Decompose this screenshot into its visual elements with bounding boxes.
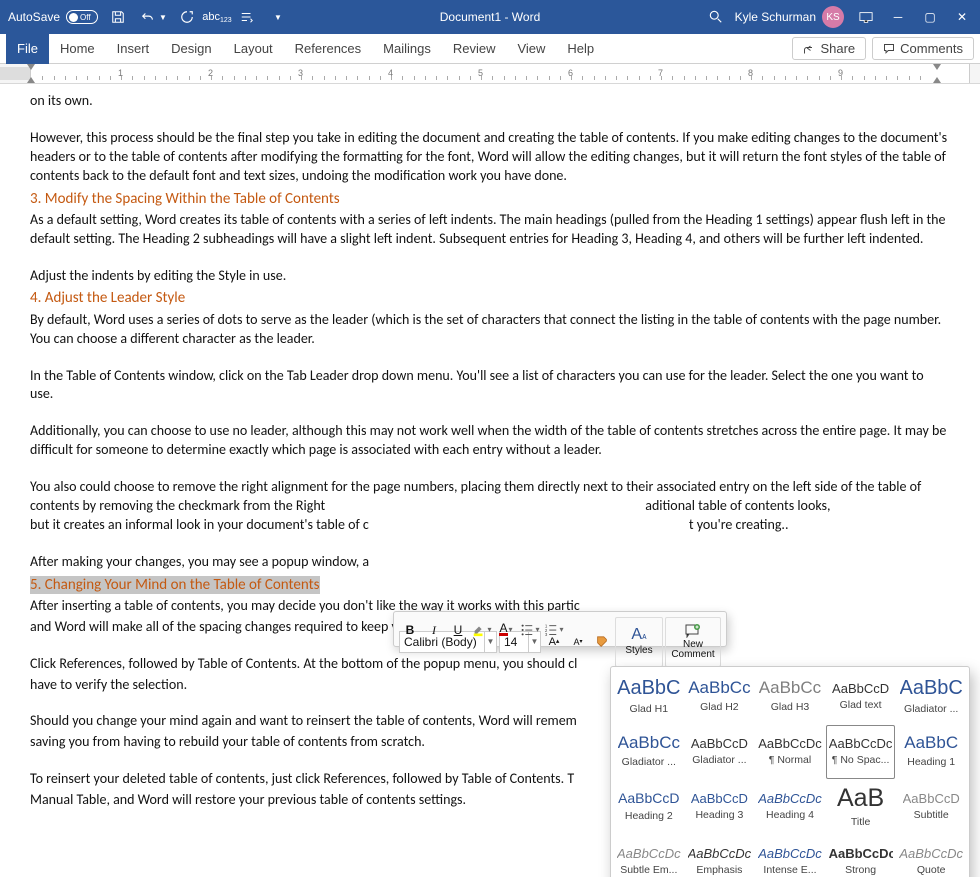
- style-item[interactable]: AaBbCHeading 1: [896, 725, 966, 779]
- style-item[interactable]: AaBbCcDcHeading 4: [755, 780, 825, 834]
- share-button[interactable]: Share: [792, 37, 866, 60]
- style-item[interactable]: AaBbCcDHeading 2: [614, 780, 684, 834]
- style-item[interactable]: AaBbCcDcQuote: [896, 835, 966, 877]
- save-icon[interactable]: [108, 7, 128, 27]
- autosave-toggle[interactable]: AutoSave Off: [8, 10, 98, 24]
- body-text: You also could choose to remove the righ…: [30, 478, 950, 535]
- comments-button[interactable]: Comments: [872, 37, 974, 60]
- autosave-label: AutoSave: [8, 10, 60, 24]
- style-item[interactable]: AaBbCcDc¶ Normal: [755, 725, 825, 779]
- redo-icon[interactable]: [177, 7, 197, 27]
- style-item[interactable]: AaBbCcDcStrong: [826, 835, 896, 877]
- body-text: In the Table of Contents window, click o…: [30, 367, 950, 405]
- style-item[interactable]: AaBbCcDGlad text: [826, 670, 896, 724]
- quick-access-toolbar: ▼ abc123 ▼: [108, 7, 288, 27]
- bullets-icon[interactable]: ▾: [519, 619, 541, 641]
- style-item[interactable]: AaBTitle: [826, 780, 896, 834]
- style-item[interactable]: AaBbCcDcSubtle Em...: [614, 835, 684, 877]
- styles-button[interactable]: Aᴀ Styles: [615, 617, 663, 667]
- user-account[interactable]: Kyle Schurman KS: [735, 6, 844, 28]
- title-bar: AutoSave Off ▼ abc123 ▼ Document1 - Word…: [0, 0, 980, 34]
- numbering-icon[interactable]: 123▾: [543, 619, 565, 641]
- style-item[interactable]: AaBbCcGlad H2: [685, 670, 755, 724]
- bold-icon[interactable]: B: [399, 619, 421, 641]
- style-item[interactable]: AaBbCcDcIntense E...: [755, 835, 825, 877]
- italic-icon[interactable]: I: [423, 619, 445, 641]
- tab-home[interactable]: Home: [49, 34, 106, 64]
- tab-design[interactable]: Design: [160, 34, 222, 64]
- comments-icon: [883, 43, 895, 55]
- tab-file[interactable]: File: [6, 34, 49, 64]
- highlight-icon[interactable]: ▾: [471, 619, 493, 641]
- paste-options-icon[interactable]: [237, 7, 257, 27]
- tab-view[interactable]: View: [506, 34, 556, 64]
- body-text: However, this process should be the fina…: [30, 129, 950, 186]
- share-icon: [803, 43, 815, 55]
- tab-review[interactable]: Review: [442, 34, 507, 64]
- document-title: Document1 - Word: [440, 10, 540, 24]
- body-text: By default, Word uses a series of dots t…: [30, 311, 950, 349]
- spellcheck-icon[interactable]: abc123: [207, 7, 227, 27]
- body-text: Additionally, you can choose to use no l…: [30, 422, 950, 460]
- heading-5: 5. Changing Your Mind on the Table of Co…: [30, 575, 950, 595]
- mini-toolbar: Calibri (Body)▼ 14▼ A▴ A▾ Aᴀ Styles New …: [393, 611, 727, 647]
- maximize-icon[interactable]: ▢: [920, 7, 940, 27]
- tab-insert[interactable]: Insert: [106, 34, 161, 64]
- underline-icon[interactable]: U: [447, 619, 469, 641]
- undo-dropdown-icon[interactable]: ▼: [159, 13, 167, 22]
- close-icon[interactable]: ✕: [952, 7, 972, 27]
- minimize-icon[interactable]: ─: [888, 7, 908, 27]
- style-item[interactable]: AaBbCcDcEmphasis: [685, 835, 755, 877]
- ribbon-tabs: File Home Insert Design Layout Reference…: [0, 34, 980, 64]
- heading-4: 4. Adjust the Leader Style: [30, 288, 950, 308]
- tab-layout[interactable]: Layout: [223, 34, 284, 64]
- document-body[interactable]: on its own. However, this process should…: [0, 84, 980, 877]
- svg-text:3: 3: [545, 632, 548, 637]
- ribbon-display-icon[interactable]: [856, 7, 876, 27]
- avatar: KS: [822, 6, 844, 28]
- body-text: Adjust the indents by editing the Style …: [30, 267, 950, 286]
- undo-icon[interactable]: [138, 7, 158, 27]
- style-item[interactable]: AaBbCcDHeading 3: [685, 780, 755, 834]
- qat-customize-icon[interactable]: ▼: [268, 7, 288, 27]
- style-item[interactable]: AaBbCcDGladiator ...: [685, 725, 755, 779]
- styles-gallery: AaBbCGlad H1AaBbCcGlad H2AaBbCcGlad H3Aa…: [610, 666, 970, 877]
- style-item[interactable]: AaBbCcGladiator ...: [614, 725, 684, 779]
- selected-text: 5. Changing Your Mind on the Table of Co…: [30, 576, 320, 594]
- heading-3: 3. Modify the Spacing Within the Table o…: [30, 189, 950, 209]
- font-color-icon[interactable]: A▾: [495, 619, 517, 641]
- search-icon[interactable]: [709, 10, 723, 24]
- body-text: As a default setting, Word creates its t…: [30, 211, 950, 249]
- user-name: Kyle Schurman: [735, 10, 816, 24]
- horizontal-ruler[interactable]: 123456789: [0, 64, 980, 84]
- style-item[interactable]: AaBbCcDSubtitle: [896, 780, 966, 834]
- style-item[interactable]: AaBbCGladiator ...: [896, 670, 966, 724]
- new-comment-button[interactable]: New Comment: [665, 617, 721, 667]
- tab-help[interactable]: Help: [556, 34, 605, 64]
- tab-mailings[interactable]: Mailings: [372, 34, 442, 64]
- body-text: on its own.: [30, 92, 950, 111]
- style-item[interactable]: AaBbCGlad H1: [614, 670, 684, 724]
- style-item[interactable]: AaBbCcDc¶ No Spac...: [826, 725, 896, 779]
- body-text: After making your changes, you may see a…: [30, 553, 950, 572]
- style-item[interactable]: AaBbCcGlad H3: [755, 670, 825, 724]
- tab-references[interactable]: References: [284, 34, 372, 64]
